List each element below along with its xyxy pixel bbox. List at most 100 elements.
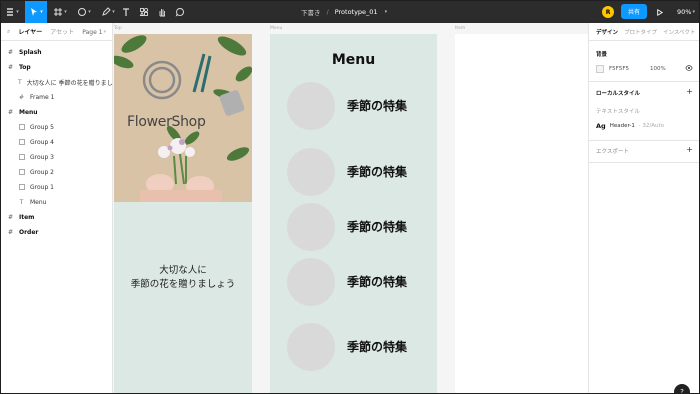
present-button[interactable] [655, 1, 664, 23]
add-export-plus-icon[interactable]: + [686, 146, 693, 155]
item-frame[interactable] [455, 34, 588, 393]
chevron-down-icon[interactable]: ▾ [385, 9, 388, 15]
document-title[interactable]: 下書き / Prototype_01 ▾ [301, 1, 387, 23]
text-icon: T [18, 78, 22, 86]
search-icon[interactable]: ⌕ [7, 28, 10, 36]
bg-hex-input[interactable]: F5F5F5 [609, 66, 645, 72]
canvas[interactable]: Top Menu Item FlowerShop 大切な人に 季節の花を贈りまし… [113, 23, 588, 393]
top-frame[interactable]: FlowerShop 大切な人に 季節の花を贈りましょう [114, 34, 252, 393]
local-styles-title: ローカルスタイル [596, 91, 641, 97]
frame-label-top[interactable]: Top [114, 26, 122, 31]
comment-tool-button[interactable] [173, 1, 187, 23]
local-styles-section: ローカルスタイル + [596, 88, 693, 98]
play-icon [657, 8, 664, 16]
layer-label: Menu [19, 108, 38, 116]
shape-tool-button[interactable]: ▾ [73, 1, 95, 23]
doc-location[interactable]: 下書き [301, 7, 321, 17]
tagline[interactable]: 大切な人に 季節の花を贈りましょう [114, 264, 252, 292]
layer-item[interactable]: Group 3 [1, 150, 113, 164]
layer-label: Splash [19, 48, 42, 56]
frame-icon: # [7, 228, 14, 236]
menu-item[interactable]: 季節の特集 [287, 82, 437, 130]
layer-label: Group 1 [30, 183, 54, 191]
main-menu-button[interactable]: ▾ [1, 1, 23, 23]
menu-item-label: 季節の特集 [347, 165, 408, 179]
right-panel-tabs: デザイン プロトタイプ インスペクト [589, 23, 699, 41]
frame-tool-button[interactable]: ▾ [49, 1, 71, 23]
layer-item[interactable]: T Menu [1, 195, 113, 209]
layer-item[interactable]: Group 1 [1, 180, 113, 194]
menu-item-image-placeholder [287, 258, 335, 306]
background-fill-row[interactable]: F5F5F5 100% [596, 64, 693, 74]
menu-item[interactable]: 季節の特集 [287, 148, 437, 196]
hand-tool-button[interactable] [155, 1, 169, 23]
hero-image: FlowerShop [114, 34, 252, 202]
avatar[interactable]: R [602, 6, 614, 18]
figma-window: ▾ ▾ ▾ ▾ ▾ 下書き / Prototype_01 ▾ R 共有 90% … [1, 1, 699, 393]
layer-item[interactable]: # Item [1, 210, 113, 224]
layer-item[interactable]: Group 5 [1, 120, 113, 134]
layer-item[interactable]: # Splash [1, 45, 113, 59]
pen-tool-button[interactable]: ▾ [97, 1, 119, 23]
layer-item[interactable]: Group 2 [1, 165, 113, 179]
add-style-plus-icon[interactable]: + [686, 88, 693, 97]
hand-icon [159, 9, 165, 17]
group-icon [18, 154, 25, 161]
ellipse-icon [78, 8, 87, 16]
background-section: 背景 [596, 50, 693, 58]
frame-label-menu[interactable]: Menu [270, 26, 282, 31]
left-panel-tabs: ⌕ レイヤー アセット Page 1 ▾ [1, 23, 112, 41]
layer-label: Group 3 [30, 153, 54, 161]
layer-label: Group 5 [30, 123, 54, 131]
pen-icon [102, 7, 111, 16]
zoom-dropdown[interactable]: 90% ▾ [677, 1, 695, 23]
tab-design[interactable]: デザイン [596, 28, 618, 36]
layer-item[interactable]: T 大切な人に 季節の花を贈りまし... [1, 75, 113, 89]
text-style-name: Header-1 [609, 123, 635, 129]
text-style-row[interactable]: Ag Header-1 · 32/Auto [596, 122, 693, 130]
layer-label: 大切な人に 季節の花を贈りまし... [26, 79, 113, 87]
tab-inspect[interactable]: インスペクト [663, 28, 696, 36]
frame-icon: # [7, 108, 14, 116]
layer-item[interactable]: # Order [1, 225, 113, 239]
group-icon [18, 139, 25, 146]
text-icon: T [19, 198, 24, 206]
share-button[interactable]: 共有 [621, 4, 647, 19]
menu-item[interactable]: 季節の特集 [287, 203, 437, 251]
menu-title[interactable]: Menu [270, 52, 437, 68]
eye-icon[interactable] [685, 64, 693, 74]
layer-item[interactable]: # Menu [1, 105, 113, 119]
layer-label: Menu [30, 198, 47, 206]
color-swatch[interactable] [596, 65, 604, 73]
frame-icon: # [18, 93, 25, 101]
resources-button[interactable] [137, 1, 151, 23]
menu-item-label: 季節の特集 [347, 340, 408, 354]
bg-opacity-input[interactable]: 100% [650, 66, 666, 72]
resources-icon [139, 7, 149, 16]
tab-assets[interactable]: アセット [50, 27, 74, 36]
text-tool-button[interactable] [119, 1, 133, 23]
layer-item[interactable]: Group 4 [1, 135, 113, 149]
text-style-glyph-icon: Ag [596, 122, 606, 130]
menu-frame[interactable]: Menu 季節の特集 季節の特集 季節の特集 季節の特集 季節の特集 [270, 34, 437, 393]
help-button[interactable]: ? [674, 384, 690, 393]
move-tool-button[interactable]: ▾ [25, 1, 47, 23]
divider [589, 140, 699, 141]
page-name: Page 1 [82, 28, 103, 36]
menu-item-label: 季節の特集 [347, 99, 408, 113]
layer-item[interactable]: # Top [1, 60, 113, 74]
tab-prototype[interactable]: プロトタイプ [624, 28, 657, 36]
layer-item[interactable]: # Frame 1 [1, 90, 113, 104]
layer-label: Top [19, 63, 31, 71]
menu-item[interactable]: 季節の特集 [287, 323, 437, 371]
page-selector[interactable]: Page 1 ▾ [82, 23, 106, 41]
menu-item[interactable]: 季節の特集 [287, 258, 437, 306]
frame-label-item[interactable]: Item [455, 26, 465, 31]
zoom-level: 90% [677, 8, 692, 16]
layer-label: Item [19, 213, 35, 221]
doc-name[interactable]: Prototype_01 [335, 8, 378, 16]
layer-label: Group 2 [30, 168, 54, 176]
menu-item-label: 季節の特集 [347, 220, 408, 234]
tab-layers[interactable]: レイヤー [18, 27, 42, 36]
brand-title[interactable]: FlowerShop [127, 114, 206, 130]
